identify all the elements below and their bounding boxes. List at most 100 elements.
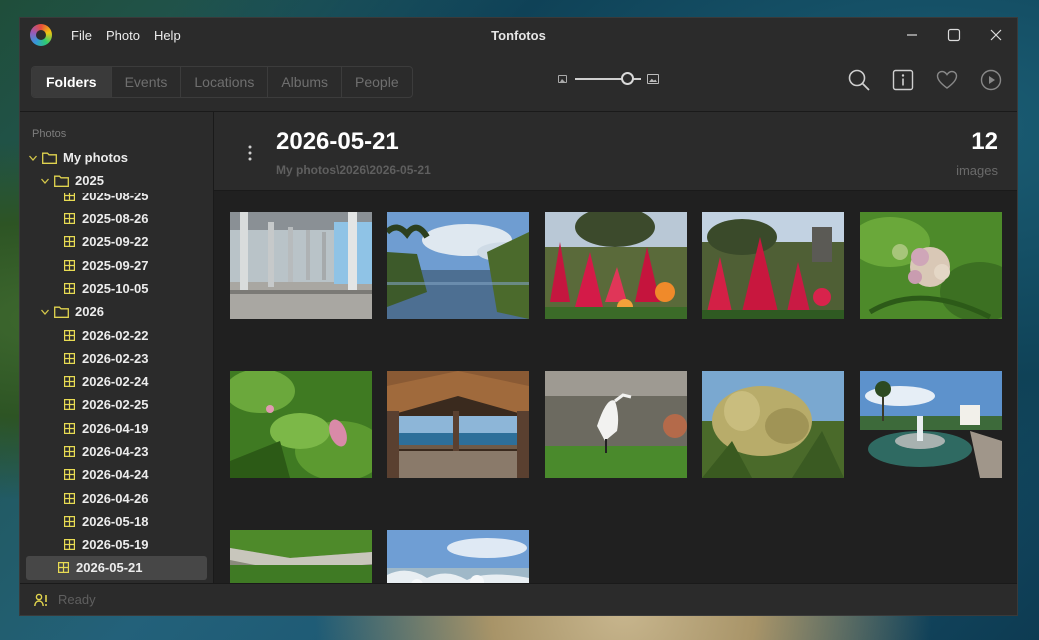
thumbnail-marsh-water[interactable] [387, 212, 529, 319]
tree-item-date[interactable]: 2026-02-23 [20, 347, 213, 370]
folder-icon [42, 152, 57, 164]
tree-label: 2026-04-26 [82, 490, 149, 506]
window-controls [891, 18, 1017, 52]
close-button[interactable] [975, 18, 1017, 52]
thumbnail-pink-blossom-cluster[interactable] [860, 212, 1002, 319]
grid-icon [64, 329, 75, 341]
app-window: File Photo Help Tonfotos Folders Events … [19, 17, 1018, 616]
image-count-label: images [956, 163, 998, 178]
grid-icon [64, 446, 75, 457]
tree-label: 2026-04-19 [82, 420, 149, 436]
content-panel: 2026-05-21 My photos\2026\2026-05-21 12 … [214, 112, 1017, 583]
tree-label: 2025-08-26 [82, 211, 149, 227]
grid-icon [64, 236, 75, 248]
tree-label: 2026-04-24 [82, 467, 149, 483]
grid-icon [64, 469, 75, 481]
tab-people[interactable]: People [341, 66, 412, 97]
tree-item-date[interactable]: 2025-08-26 [20, 207, 213, 230]
grid-icon [58, 562, 69, 574]
grid-icon [64, 259, 75, 271]
tree-item-my-photos[interactable]: My photos [20, 146, 213, 169]
tab-events[interactable]: Events [110, 66, 181, 97]
grid-icon [64, 213, 75, 225]
minimize-button[interactable] [891, 18, 933, 52]
maximize-icon [947, 28, 961, 42]
thumbnail-pier-underside[interactable] [230, 212, 372, 319]
view-tabs: Folders Events Locations Albums People [31, 65, 413, 98]
menu-photo[interactable]: Photo [99, 28, 147, 43]
slideshow-play-icon[interactable] [979, 68, 1003, 92]
folder-tree[interactable]: 2025-08-25 2025-08-26 2025-09-22 2025-09… [20, 184, 213, 580]
thumbnail-fountain-park[interactable] [860, 371, 1002, 478]
chevron-down-icon[interactable] [40, 307, 50, 317]
tree-label: 2026-05-18 [82, 513, 149, 529]
sidebar-section-title: Photos [32, 128, 67, 140]
more-options-icon[interactable] [248, 145, 252, 161]
tree-item-date[interactable]: 2026-04-24 [20, 463, 213, 486]
slider-thumb[interactable] [621, 72, 635, 85]
tree-label: 2026-02-25 [82, 397, 149, 413]
tree-label: 2026-02-23 [82, 350, 149, 366]
toolbar-actions [847, 68, 1003, 92]
tree-item-selected[interactable]: 2026-05-21 [26, 556, 207, 580]
info-icon[interactable] [891, 68, 915, 92]
tree-item-date[interactable]: 2025-09-27 [20, 253, 213, 276]
thumbnail-red-celosia-flowers[interactable] [545, 212, 687, 319]
main-area: Photos My photos 2025 2025-08-25 2025-08… [20, 112, 1017, 583]
folder-icon [54, 306, 69, 318]
thumbnail-white-egret[interactable] [545, 371, 687, 478]
grid-icon [64, 352, 75, 364]
thumbnail-pink-bud-leaves[interactable] [230, 371, 372, 478]
tree-item-2025[interactable]: 2025 [20, 169, 213, 192]
tree-item-date[interactable]: 2026-02-22 [20, 323, 213, 346]
grid-icon [64, 399, 75, 411]
grid-icon [64, 492, 75, 504]
tree-label: 2026-02-24 [82, 374, 149, 390]
chevron-down-icon[interactable] [40, 176, 50, 186]
tree-item-2026[interactable]: 2026 [20, 300, 213, 323]
tree-label: 2026 [75, 304, 104, 320]
tree-label: 2025 [75, 173, 104, 189]
thumbnail-red-celosia-garden[interactable] [702, 212, 844, 319]
tree-item-date[interactable]: 2025-10-05 [20, 277, 213, 300]
tree-item-date[interactable]: 2025-09-22 [20, 230, 213, 253]
heart-icon[interactable] [935, 68, 959, 92]
tree-label: 2025-09-27 [82, 257, 149, 273]
tree-label: 2026-04-23 [82, 444, 149, 459]
tree-item-date[interactable]: 2026-04-26 [20, 486, 213, 509]
tree-item-date[interactable]: 2026-02-24 [20, 370, 213, 393]
folder-title: 2026-05-21 [276, 128, 399, 155]
tree-label: 2026-05-21 [76, 560, 143, 576]
grid-icon [64, 422, 75, 434]
tree-label: My photos [63, 150, 128, 166]
title-bar: File Photo Help Tonfotos [20, 18, 1017, 52]
close-icon [990, 29, 1002, 41]
tree-item-date[interactable]: 2026-05-19 [20, 533, 213, 556]
toolbar: Folders Events Locations Albums People [20, 52, 1017, 112]
folder-header: 2026-05-21 My photos\2026\2026-05-21 12 … [214, 112, 1017, 191]
folder-sidebar: Photos My photos 2025 2025-08-25 2025-08… [20, 112, 214, 583]
thumbnail-grass-edge[interactable] [230, 530, 372, 583]
user-status-icon [34, 593, 47, 606]
maximize-button[interactable] [933, 18, 975, 52]
app-logo-icon [30, 24, 52, 46]
search-icon[interactable] [847, 68, 871, 92]
thumbnail-gazebo-view[interactable] [387, 371, 529, 478]
menu-help[interactable]: Help [147, 28, 188, 43]
tab-folders[interactable]: Folders [32, 66, 111, 97]
tree-item-date[interactable]: 2026-05-18 [20, 510, 213, 533]
tab-locations[interactable]: Locations [180, 66, 267, 97]
grid-icon [64, 539, 75, 551]
chevron-down-icon[interactable] [28, 153, 38, 163]
tree-item-date[interactable]: 2026-02-25 [20, 393, 213, 416]
thumbnail-size-slider[interactable] [575, 72, 641, 85]
tree-label: 2025-10-05 [82, 280, 149, 296]
menu-file[interactable]: File [64, 28, 99, 43]
tree-item-date[interactable]: 2026-04-19 [20, 417, 213, 440]
tab-albums[interactable]: Albums [267, 66, 341, 97]
tree-item-date[interactable]: 2026-04-23 [20, 440, 213, 463]
thumbnail-sea-spray[interactable] [387, 530, 529, 583]
minimize-icon [907, 34, 917, 36]
thumbnail-grass-seed-heads[interactable] [702, 371, 844, 478]
grid-icon [64, 282, 75, 294]
